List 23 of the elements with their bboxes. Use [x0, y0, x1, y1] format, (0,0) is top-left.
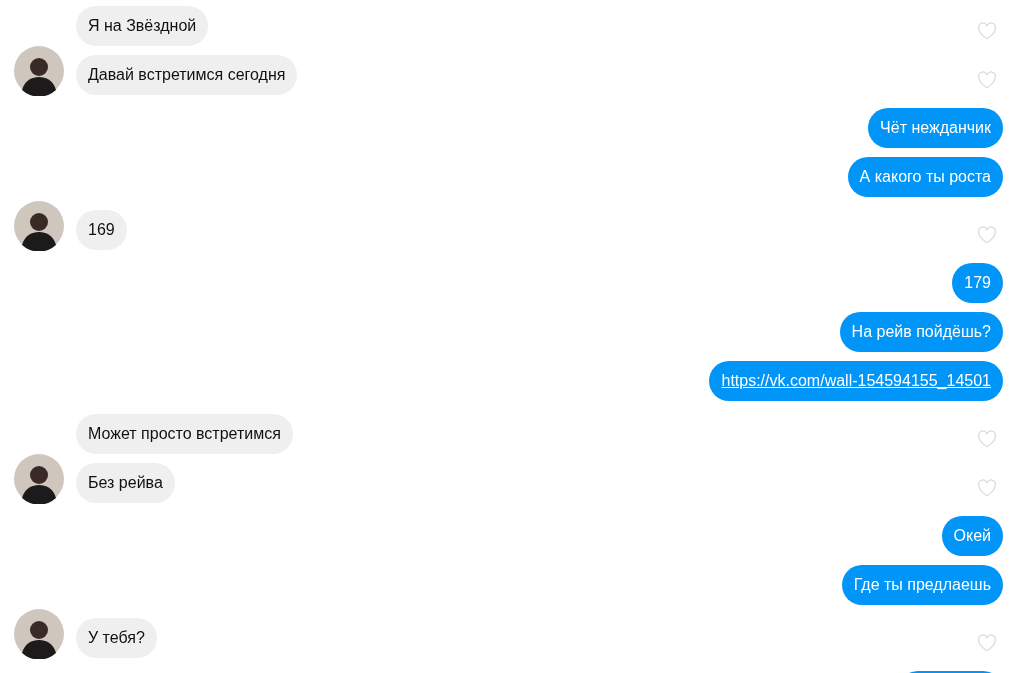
message-bubble: Может просто встретимся [76, 414, 293, 454]
message-bubble: А какого ты роста [847, 157, 1003, 197]
avatar[interactable] [14, 46, 64, 96]
message-bubble: На рейв пойдёшь? [839, 312, 1003, 352]
avatar[interactable] [14, 201, 64, 251]
message-bubble: Я на Звёздной [76, 6, 209, 46]
message-link[interactable]: https://vk.com/wall-154594155_14501 [709, 361, 1003, 401]
heart-icon[interactable] [977, 634, 997, 652]
heart-icon[interactable] [977, 226, 997, 244]
message-bubble: Где ты предлаешь [841, 565, 1003, 605]
message-bubble: Чёт нежданчик [868, 108, 1003, 148]
heart-icon[interactable] [977, 71, 997, 89]
message-bubble: 179 [952, 263, 1003, 303]
avatar[interactable] [14, 454, 64, 504]
avatar[interactable] [14, 609, 64, 659]
message-bubble: Давай встретимся сегодня [76, 55, 298, 95]
heart-icon[interactable] [977, 479, 997, 497]
heart-icon[interactable] [977, 22, 997, 40]
heart-icon[interactable] [977, 430, 997, 448]
message-bubble: 169 [76, 210, 127, 250]
message-bubble: У тебя? [76, 618, 157, 658]
message-bubble: Окей [941, 516, 1003, 556]
message-bubble: Без рейва [76, 463, 175, 503]
